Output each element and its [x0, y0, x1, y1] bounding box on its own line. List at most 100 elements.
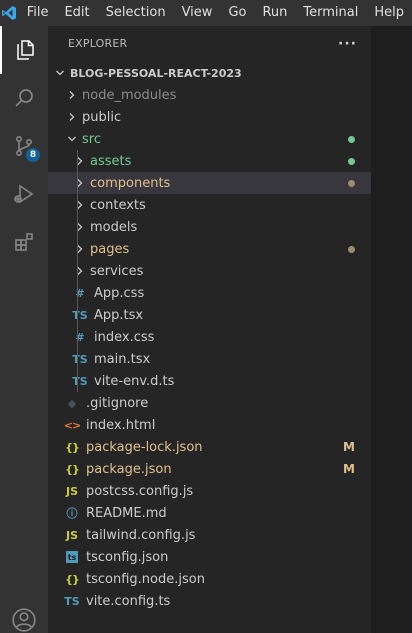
- item-label: tailwind.config.js: [86, 527, 196, 543]
- file-type-icon: JS: [65, 484, 78, 498]
- file-type-icon: JS: [65, 528, 78, 542]
- item-label: index.css: [94, 329, 155, 345]
- indent-guide: [77, 370, 78, 392]
- indent-guide: [77, 282, 78, 304]
- git-status-dot: [348, 238, 355, 260]
- folder-item[interactable]: models: [48, 216, 371, 238]
- menu-file[interactable]: File: [19, 0, 57, 26]
- menu-terminal[interactable]: Terminal: [295, 0, 366, 26]
- folder-item[interactable]: pages: [48, 238, 371, 260]
- indent-guide: [77, 348, 78, 370]
- item-label: App.css: [94, 285, 145, 301]
- more-actions-icon[interactable]: ···: [338, 36, 357, 52]
- item-label: vite-env.d.ts: [94, 373, 175, 389]
- indent-guide: [77, 304, 78, 326]
- folder-item[interactable]: src: [48, 128, 371, 150]
- file-tree: node_modulespublic src assets components con…: [48, 84, 371, 612]
- chevron-down-icon: [64, 128, 80, 150]
- folder-item[interactable]: assets: [48, 150, 371, 172]
- menu-help[interactable]: Help: [366, 0, 412, 26]
- file-item[interactable]: {} package.json M: [48, 458, 371, 480]
- file-item[interactable]: {} package-lock.json M: [48, 436, 371, 458]
- file-item[interactable]: TS main.tsx: [48, 348, 371, 370]
- file-item[interactable]: # App.css: [48, 282, 371, 304]
- git-modified-flag: M: [343, 436, 355, 458]
- menu-selection[interactable]: Selection: [98, 0, 174, 26]
- git-modified-flag: M: [343, 458, 355, 480]
- file-type-icon: TS: [64, 594, 80, 608]
- item-label: App.tsx: [94, 307, 144, 323]
- menu-bar: File Edit Selection View Go Run Terminal Help: [19, 0, 412, 26]
- item-label: tsconfig.json: [86, 549, 169, 565]
- menu-view[interactable]: View: [174, 0, 221, 26]
- search-icon[interactable]: [0, 74, 48, 122]
- file-type-icon: TS: [72, 308, 88, 322]
- item-label: node_modules: [82, 87, 177, 103]
- item-label: models: [90, 219, 138, 235]
- git-status-dot: [348, 150, 355, 172]
- accounts-icon[interactable]: [0, 596, 48, 633]
- file-type-icon: #: [75, 286, 85, 300]
- file-item[interactable]: <> index.html: [48, 414, 371, 436]
- status-dot-icon: [348, 135, 355, 143]
- file-item[interactable]: ts tsconfig.json: [48, 546, 371, 568]
- menu-go[interactable]: Go: [220, 0, 254, 26]
- file-type-icon: #: [75, 330, 85, 344]
- folder-item[interactable]: contexts: [48, 194, 371, 216]
- modified-flag: M: [343, 462, 355, 476]
- item-label: main.tsx: [94, 351, 151, 367]
- item-label: postcss.config.js: [86, 483, 194, 499]
- activity-bar: 8: [0, 26, 48, 633]
- file-item[interactable]: {} tsconfig.node.json: [48, 568, 371, 590]
- item-label: package.json: [86, 461, 172, 477]
- file-type-icon: ts: [66, 551, 78, 563]
- indent-guide: [77, 194, 78, 216]
- menu-edit[interactable]: Edit: [56, 0, 97, 26]
- item-label: package-lock.json: [86, 439, 203, 455]
- extensions-icon[interactable]: [0, 218, 48, 266]
- explorer-header: EXPLORER ···: [48, 26, 371, 61]
- editor-area: [371, 26, 412, 633]
- menu-run[interactable]: Run: [254, 0, 295, 26]
- indent-guide: [77, 326, 78, 348]
- file-item[interactable]: JS postcss.config.js: [48, 480, 371, 502]
- file-item[interactable]: # index.css: [48, 326, 371, 348]
- chevron-down-icon: [52, 62, 68, 84]
- item-label: contexts: [90, 197, 146, 213]
- status-dot-icon: [348, 245, 355, 253]
- file-item[interactable]: TS vite.config.ts: [48, 590, 371, 612]
- file-type-icon: {}: [65, 440, 80, 454]
- item-label: tsconfig.node.json: [86, 571, 205, 587]
- file-type-icon: ⓘ: [66, 507, 78, 520]
- folder-item[interactable]: node_modules: [48, 84, 371, 106]
- modified-flag: M: [343, 440, 355, 454]
- file-item[interactable]: TS App.tsx: [48, 304, 371, 326]
- project-name: BLOG-PESSOAL-REACT-2023: [70, 66, 242, 80]
- run-debug-icon[interactable]: [0, 170, 48, 218]
- file-item[interactable]: ◆ .gitignore: [48, 392, 371, 414]
- chevron-right-icon: [64, 84, 80, 106]
- item-label: services: [90, 263, 144, 279]
- folder-item[interactable]: services: [48, 260, 371, 282]
- chevron-right-icon: [72, 172, 88, 194]
- file-type-icon: {}: [65, 462, 80, 476]
- git-status-dot: [348, 128, 355, 150]
- item-label: public: [82, 109, 122, 125]
- folder-item[interactable]: public: [48, 106, 371, 128]
- project-folder-header[interactable]: BLOG-PESSOAL-REACT-2023: [48, 62, 371, 84]
- explorer-title: EXPLORER: [68, 37, 128, 50]
- git-status-dot: [348, 172, 355, 194]
- indent-guide: [77, 150, 78, 172]
- file-item[interactable]: TS vite-env.d.ts: [48, 370, 371, 392]
- file-item[interactable]: JS tailwind.config.js: [48, 524, 371, 546]
- title-bar: File Edit Selection View Go Run Terminal Help: [0, 0, 412, 26]
- file-type-icon: TS: [72, 374, 88, 388]
- chevron-right-icon: [72, 238, 88, 260]
- chevron-right-icon: [72, 260, 88, 282]
- chevron-right-icon: [64, 106, 80, 128]
- file-item[interactable]: ⓘ README.md: [48, 502, 371, 524]
- explorer-activity-icon[interactable]: [0, 26, 48, 74]
- folder-item[interactable]: components: [48, 172, 371, 194]
- indent-guide: [77, 172, 78, 194]
- source-control-icon[interactable]: 8: [0, 122, 48, 170]
